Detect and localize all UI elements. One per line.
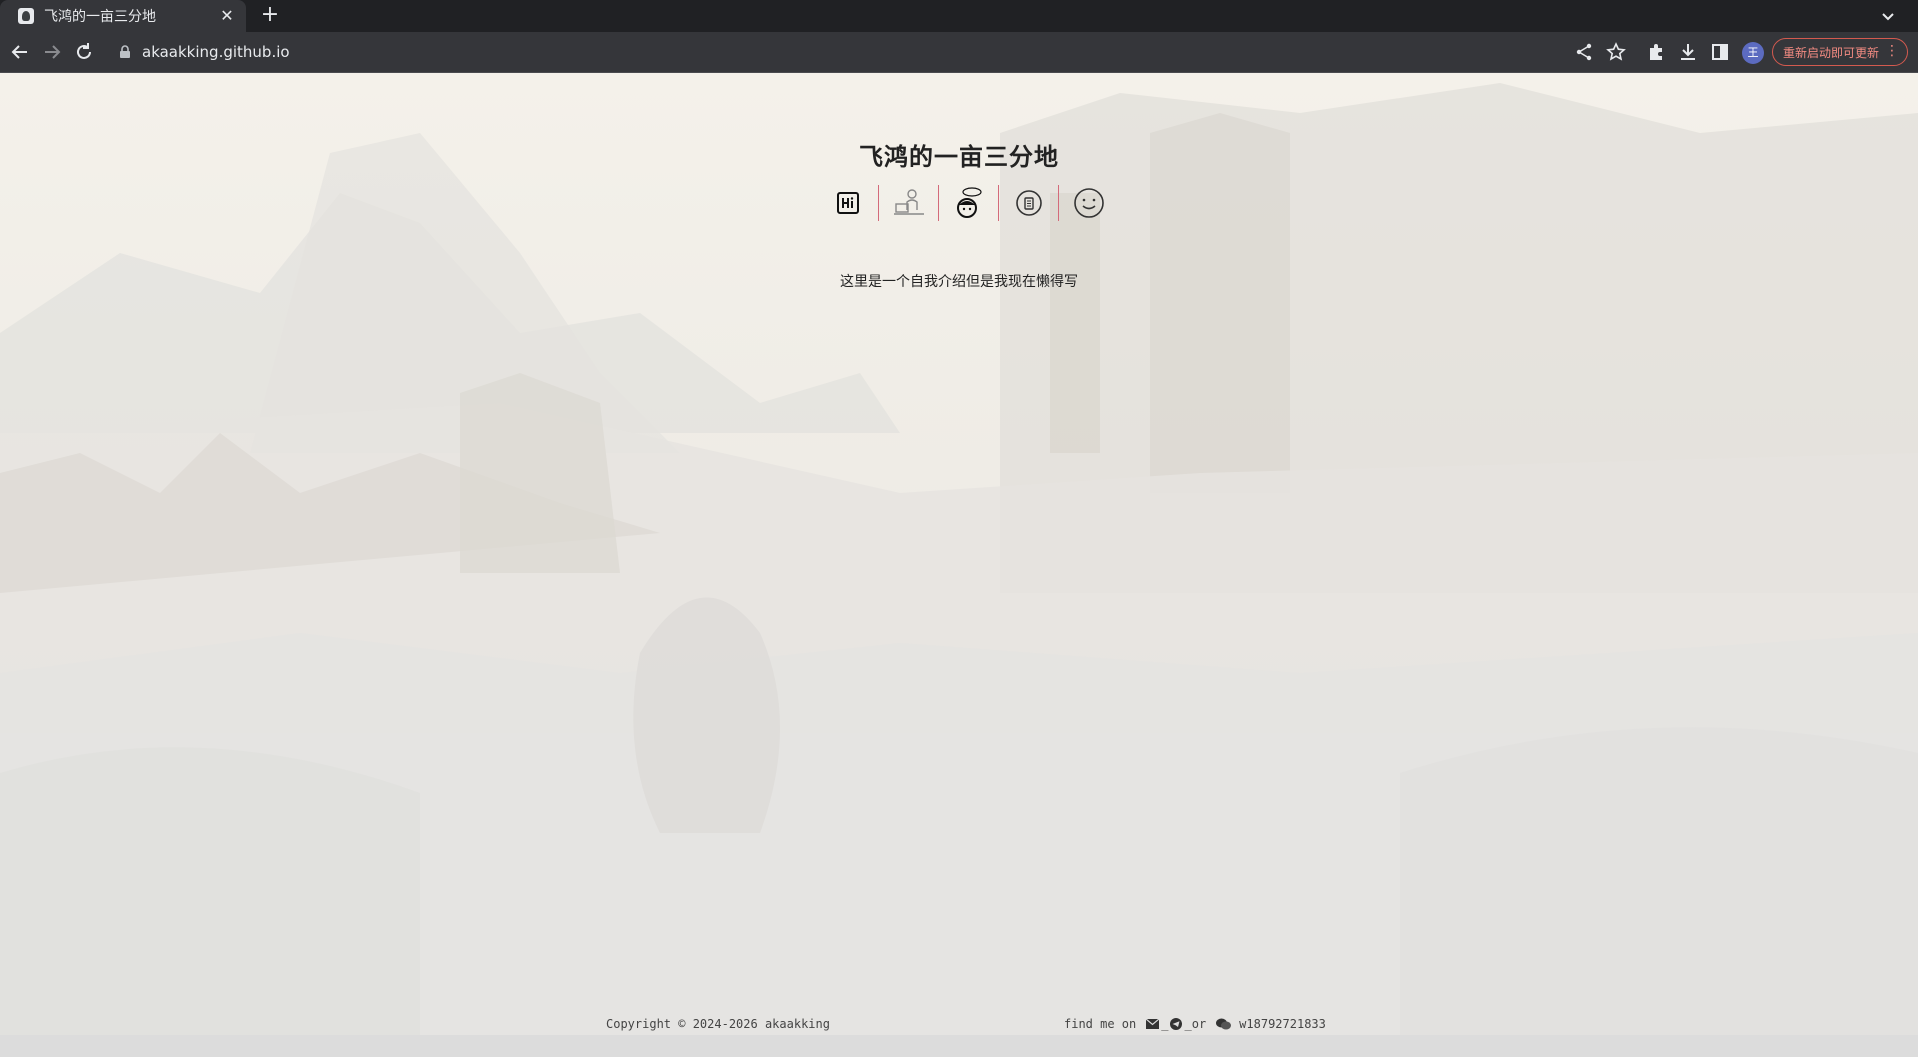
nav-icon-row <box>818 185 1118 221</box>
forward-icon[interactable] <box>40 40 64 64</box>
hi-icon <box>837 192 859 214</box>
bottom-strip <box>0 1035 1918 1057</box>
update-button[interactable]: 重新启动即可更新 ⋮ <box>1772 38 1908 66</box>
nav-item-coder[interactable] <box>878 185 938 221</box>
tab-title: 飞鸿的一亩三分地 <box>44 9 156 25</box>
site-title: 飞鸿的一亩三分地 <box>859 143 1059 171</box>
browser-toolbar: akaakking.github.io 王 重新启动即可更新 ⋮ <box>0 32 1918 73</box>
nav-item-hi[interactable] <box>818 185 878 221</box>
email-icon[interactable] <box>1146 1019 1160 1029</box>
page-viewport: 飞鸿的一亩三分地 这里是一个自我介绍但是我现在懒得写 Copyright © 2… <box>0 73 1918 1057</box>
find-me-label: find me on <box>1064 1017 1137 1031</box>
address-bar[interactable]: akaakking.github.io <box>106 36 1606 68</box>
site-favicon-icon <box>18 8 34 24</box>
smile-icon <box>1073 188 1104 218</box>
share-icon[interactable] <box>1572 40 1596 64</box>
separator-underscore: _ <box>1161 1017 1169 1031</box>
bookmark-star-icon[interactable] <box>1604 40 1628 64</box>
reload-icon[interactable] <box>72 40 96 64</box>
close-icon[interactable]: ✕ <box>218 7 236 25</box>
new-tab-button[interactable]: + <box>258 4 282 28</box>
separator-underscore: _ <box>1184 1017 1192 1031</box>
coder-icon <box>893 189 924 215</box>
tab-strip: 飞鸿的一亩三分地 ✕ + <box>0 0 1918 32</box>
footer: Copyright © 2024-2026 akaakking find me … <box>0 1015 1918 1035</box>
profile-avatar[interactable]: 王 <box>1742 42 1764 64</box>
clipboard-icon <box>1015 190 1042 216</box>
thinking-face-icon <box>956 187 982 218</box>
or-label: or <box>1191 1017 1207 1031</box>
nav-item-clipboard[interactable] <box>998 185 1058 221</box>
browser-tab[interactable]: 飞鸿的一亩三分地 ✕ <box>0 0 246 32</box>
more-menu-icon[interactable]: ⋮ <box>1885 43 1899 59</box>
update-button-label: 重新启动即可更新 <box>1783 45 1880 60</box>
nav-item-thinking[interactable] <box>938 185 998 221</box>
chevron-down-icon[interactable] <box>1878 6 1898 26</box>
url-text: akaakking.github.io <box>142 43 290 61</box>
intro-text: 这里是一个自我介绍但是我现在懒得写 <box>840 274 1078 290</box>
contact-info: find me on _ _ or w18792721833 <box>1064 1017 1326 1031</box>
download-icon[interactable] <box>1676 40 1700 64</box>
extensions-icon[interactable] <box>1644 40 1668 64</box>
back-icon[interactable] <box>8 40 32 64</box>
nav-item-smile[interactable] <box>1058 185 1118 221</box>
telegram-icon[interactable] <box>1170 1018 1183 1030</box>
copyright-text: Copyright © 2024-2026 akaakking <box>606 1017 830 1031</box>
lock-icon[interactable] <box>118 45 132 59</box>
side-panel-icon[interactable] <box>1708 40 1732 64</box>
wechat-icon[interactable] <box>1216 1018 1232 1030</box>
wechat-id: w18792721833 <box>1239 1017 1326 1031</box>
